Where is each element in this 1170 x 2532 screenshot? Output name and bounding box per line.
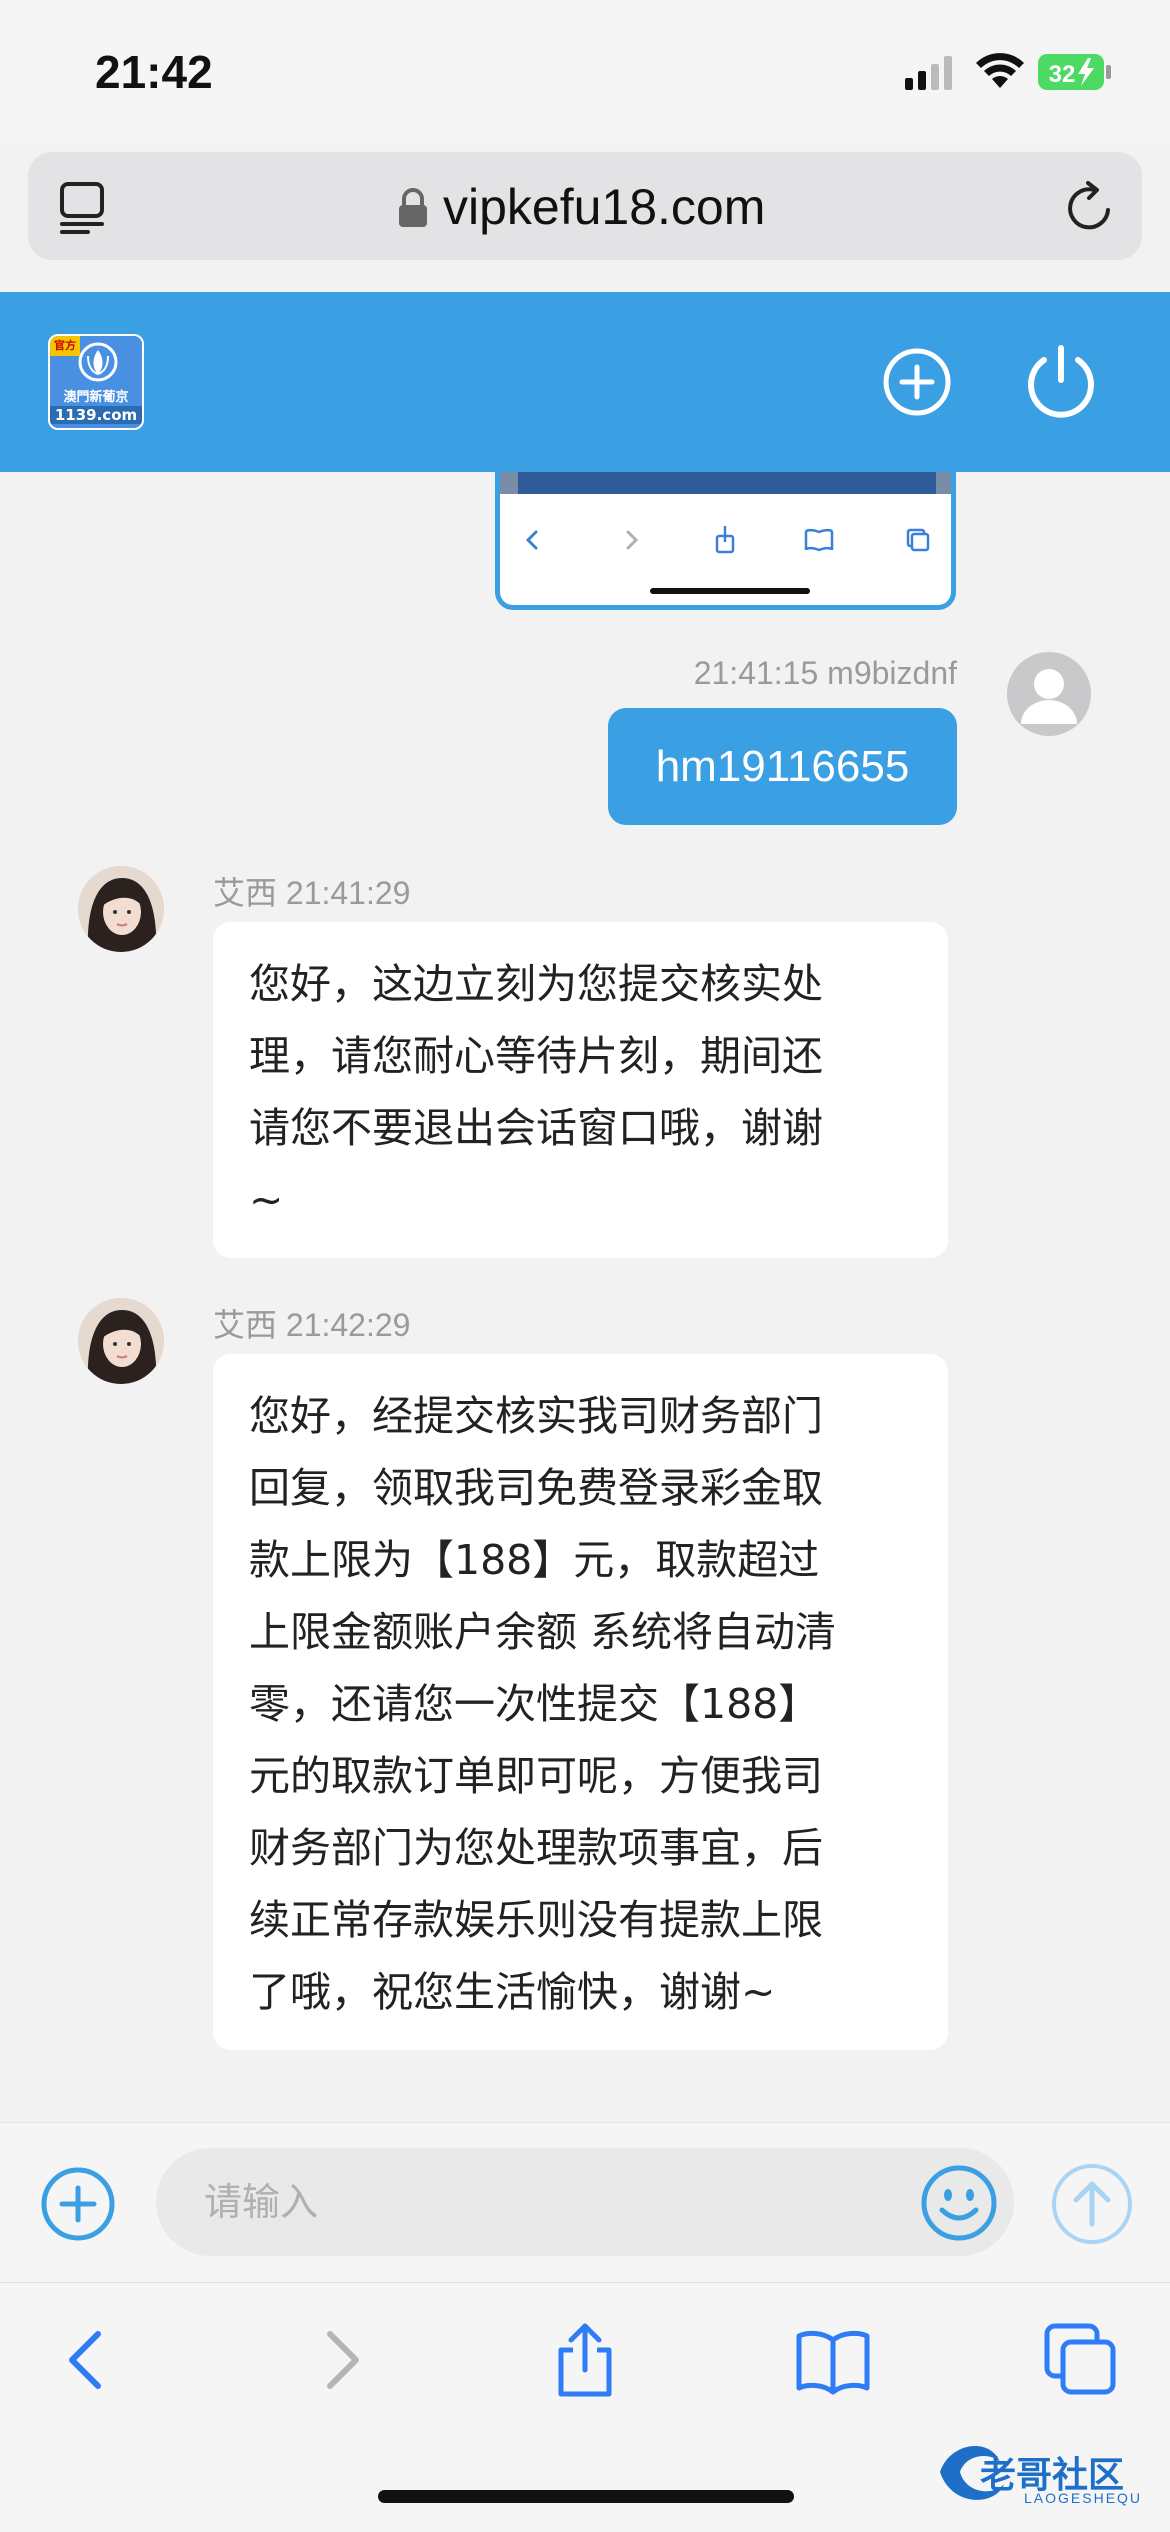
user-message-bubble[interactable]: hm19116655	[608, 708, 957, 825]
cellular-signal-icon	[905, 56, 952, 90]
chevron-right-icon[interactable]	[302, 2322, 378, 2398]
message-line: 零，还请您一次性提交【188】	[249, 1680, 820, 1728]
home-indicator	[378, 2490, 794, 2503]
agent-message-bubble[interactable]: 您好，经提交核实我司财务部门 回复，领取我司免费登录彩金取 款上限为【188】元…	[213, 1354, 948, 2050]
message-line: 您好，这边立刻为您提交核实处	[249, 960, 823, 1008]
reload-icon[interactable]	[1064, 180, 1116, 234]
message-line: ~	[249, 1176, 284, 1224]
logo-domain: 1139.com	[50, 406, 142, 424]
message-line: 回复，领取我司免费登录彩金取	[249, 1464, 823, 1512]
chevron-left-icon[interactable]	[50, 2322, 126, 2398]
tabs-icon[interactable]	[58, 178, 114, 236]
agent-message-meta: 艾西 21:41:29	[213, 875, 411, 911]
logo-name: 澳門新葡京	[63, 390, 129, 405]
message-line: 上限金额账户余额 系统将自动清	[249, 1608, 837, 1656]
arrow-up-circle-icon[interactable]	[1050, 2162, 1134, 2246]
message-line: 理，请您耐心等待片刻，期间还	[249, 1032, 823, 1080]
agent-avatar	[78, 866, 164, 952]
book-icon[interactable]	[795, 2322, 871, 2398]
image-blue-bar	[518, 472, 936, 494]
chat-header	[0, 292, 1170, 472]
message-line: 财务部门为您处理款项事宜，后	[249, 1824, 823, 1872]
image-toolbar-icons	[525, 526, 930, 554]
message-line: 了哦，祝您生活愉快，谢谢~	[249, 1968, 776, 2016]
share-icon[interactable]	[547, 2322, 623, 2398]
message-line: 请您不要退出会话窗口哦，谢谢	[249, 1104, 823, 1152]
message-line: 续正常存款娱乐则没有提款上限	[249, 1896, 823, 1944]
wifi-icon	[976, 53, 1024, 88]
message-line: 款上限为【188】元，取款超过	[249, 1536, 820, 1584]
agent-message-meta: 艾西 21:42:29	[213, 1307, 411, 1343]
battery-level: 32	[1049, 61, 1076, 88]
logo-emblem-icon	[78, 342, 118, 382]
shared-image-message[interactable]	[495, 472, 956, 610]
tabs-switcher-icon[interactable]	[1043, 2322, 1119, 2398]
agent-photo-icon	[78, 866, 164, 952]
message-input[interactable]	[156, 2148, 1014, 2256]
lock-icon	[399, 188, 427, 227]
smiley-icon[interactable]	[920, 2164, 998, 2242]
person-icon	[1021, 669, 1077, 724]
screen: 21:42 32 vipkefu18.com 官方 澳門新葡京 1139.com…	[0, 0, 1170, 2532]
user-message-meta: 21:41:15 m9bizdnf	[693, 655, 957, 691]
watermark-subtext: LAOGESHEQU	[1024, 2490, 1143, 2506]
message-line: 您好，经提交核实我司财务部门	[249, 1392, 823, 1440]
plus-circle-icon[interactable]	[40, 2166, 116, 2242]
agent-avatar	[78, 1298, 164, 1384]
user-avatar	[1007, 652, 1091, 736]
agent-photo-icon	[78, 1298, 164, 1384]
url-text[interactable]: vipkefu18.com	[443, 178, 765, 236]
brand-logo: 官方 澳門新葡京 1139.com	[48, 334, 144, 430]
agent-message-bubble[interactable]: 您好，这边立刻为您提交核实处 理，请您耐心等待片刻，期间还 请您不要退出会话窗口…	[213, 922, 948, 1258]
logo-badge: 官方	[50, 336, 80, 356]
message-line: 元的取款订单即可呢，方便我司	[249, 1752, 823, 1800]
status-time: 21:42	[95, 46, 213, 98]
image-home-indicator	[650, 588, 810, 594]
battery-icon: 32	[1038, 54, 1111, 90]
plus-circle-icon[interactable]	[882, 347, 952, 417]
power-icon[interactable]	[1022, 344, 1100, 420]
